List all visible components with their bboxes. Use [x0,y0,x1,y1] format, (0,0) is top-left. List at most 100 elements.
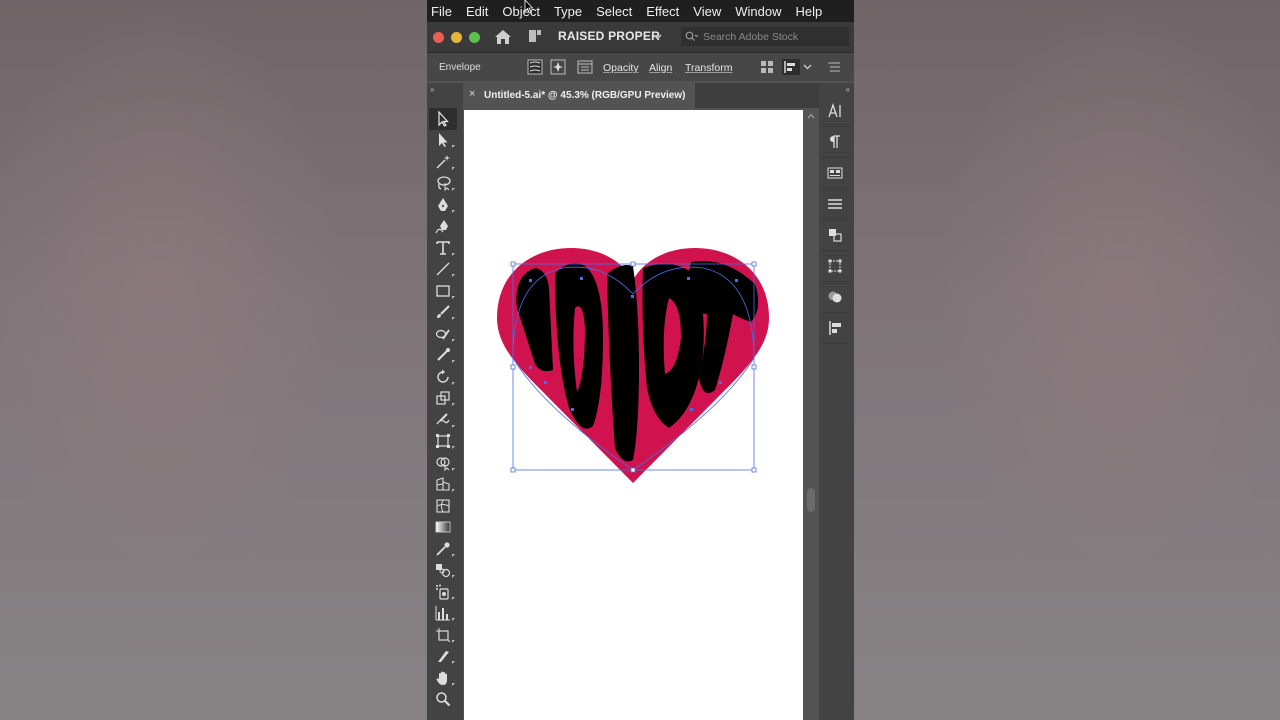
warp-icon [436,413,450,425]
paragraph-panel-button[interactable] [821,127,849,158]
zoom-icon [436,692,451,707]
eyedropper-tool[interactable] [429,538,457,560]
hand-tool[interactable] [429,667,457,689]
type-icon [436,240,450,255]
close-tab-icon[interactable]: × [469,88,475,100]
gradient-tool[interactable] [429,517,457,539]
scale-tool[interactable] [429,388,457,410]
vertical-scrollbar[interactable] [803,108,819,720]
close-window-button[interactable] [433,32,444,43]
knife-icon [438,651,449,663]
align-left-icon[interactable] [782,59,800,75]
arrange-documents-icon[interactable] [528,29,542,43]
align-link[interactable]: Align [649,62,672,74]
direct-selection-tool[interactable] [429,130,457,152]
libraries-icon [829,229,842,242]
edit-contents-icon[interactable] [550,59,566,75]
pen-tool[interactable] [429,194,457,216]
document-tab-bar: × Untitled-5.ai* @ 45.3% (RGB/GPU Previe… [463,83,819,108]
panel-menu-icon[interactable] [827,59,843,75]
search-icon [685,31,699,41]
adobe-stock-search[interactable] [681,27,849,46]
menu-object[interactable]: Object [495,4,547,19]
appearance-icon [828,291,842,303]
shaper-tool[interactable] [429,323,457,345]
scrollbar-thumb[interactable] [807,488,815,512]
magic-wand-icon [436,154,450,169]
line-segment-tool[interactable] [429,259,457,281]
opacity-link[interactable]: Opacity [603,62,639,74]
mouse-cursor-icon [524,0,534,14]
menu-view[interactable]: View [686,4,728,19]
lasso-tool[interactable] [429,173,457,195]
shape-builder-tool[interactable] [429,452,457,474]
pen-icon [438,197,448,211]
shape-builder-icon [436,457,450,471]
properties-panel-button[interactable] [821,158,849,189]
free-transform-tool[interactable] [429,431,457,453]
symbol-sprayer-tool[interactable] [429,581,457,603]
align-panel-button[interactable] [821,313,849,344]
appearance-panel-button[interactable] [821,282,849,313]
expand-panels-icon[interactable]: « [846,85,850,94]
slice-tool[interactable] [429,646,457,668]
magic-wand-tool[interactable] [429,151,457,173]
lasso-icon [437,176,451,192]
home-icon[interactable] [494,29,512,45]
shaper-icon [435,329,450,340]
workspace-switcher[interactable]: RAISED PROPER [558,29,660,43]
mesh-tool[interactable] [429,495,457,517]
scale-icon [436,391,450,405]
menu-effect[interactable]: Effect [639,4,686,19]
rotate-tool[interactable] [429,366,457,388]
menu-window[interactable]: Window [728,4,788,19]
blend-tool[interactable] [429,560,457,582]
eyedropper-icon [436,542,450,556]
transform-link[interactable]: Transform [685,62,732,74]
artboard-tool[interactable] [429,624,457,646]
search-input[interactable] [703,28,843,45]
perspective-grid-tool[interactable] [429,474,457,496]
direct-selection-icon [439,133,448,148]
pencil-tool[interactable] [429,345,457,367]
selection-type-label: Envelope [439,62,481,73]
collapse-panel-icon[interactable]: » [430,85,434,94]
paintbrush-tool[interactable] [429,302,457,324]
free-transform-icon [436,434,450,449]
menu-select[interactable]: Select [589,4,639,19]
rectangle-icon [436,285,450,297]
selection-arrow-icon [438,110,449,127]
edit-envelope-icon[interactable] [527,59,543,75]
menu-type[interactable]: Type [547,4,589,19]
character-panel-button[interactable] [821,96,849,127]
artwork[interactable] [463,108,803,720]
transform-icon [828,259,842,273]
isolate-icon[interactable] [759,59,775,75]
document-tab[interactable]: × Untitled-5.ai* @ 45.3% (RGB/GPU Previe… [463,83,695,108]
properties-icon [827,167,843,179]
menu-file[interactable]: File [427,4,459,19]
zoom-window-button[interactable] [469,32,480,43]
curvature-tool[interactable] [429,216,457,238]
column-graph-tool[interactable] [429,603,457,625]
menu-bar: File Edit Object Type Select Effect View… [427,0,854,22]
chevron-down-icon[interactable] [803,59,812,75]
chevron-up-icon[interactable] [807,112,815,120]
minimize-window-button[interactable] [451,32,462,43]
blend-icon [436,564,451,578]
rectangle-tool[interactable] [429,280,457,302]
selection-tool[interactable] [429,108,457,130]
paintbrush-icon [437,305,450,319]
menu-edit[interactable]: Edit [459,4,495,19]
envelope-options-icon[interactable] [577,59,593,75]
layers-panel-button[interactable] [821,189,849,220]
chevron-down-icon[interactable] [653,32,662,41]
paragraph-icon [830,135,840,148]
curvature-icon [435,220,448,234]
warp-tool[interactable] [429,409,457,431]
libraries-panel-button[interactable] [821,220,849,251]
type-tool[interactable] [429,237,457,259]
zoom-tool[interactable] [429,689,457,711]
menu-help[interactable]: Help [788,4,829,19]
transform-panel-button[interactable] [821,251,849,282]
